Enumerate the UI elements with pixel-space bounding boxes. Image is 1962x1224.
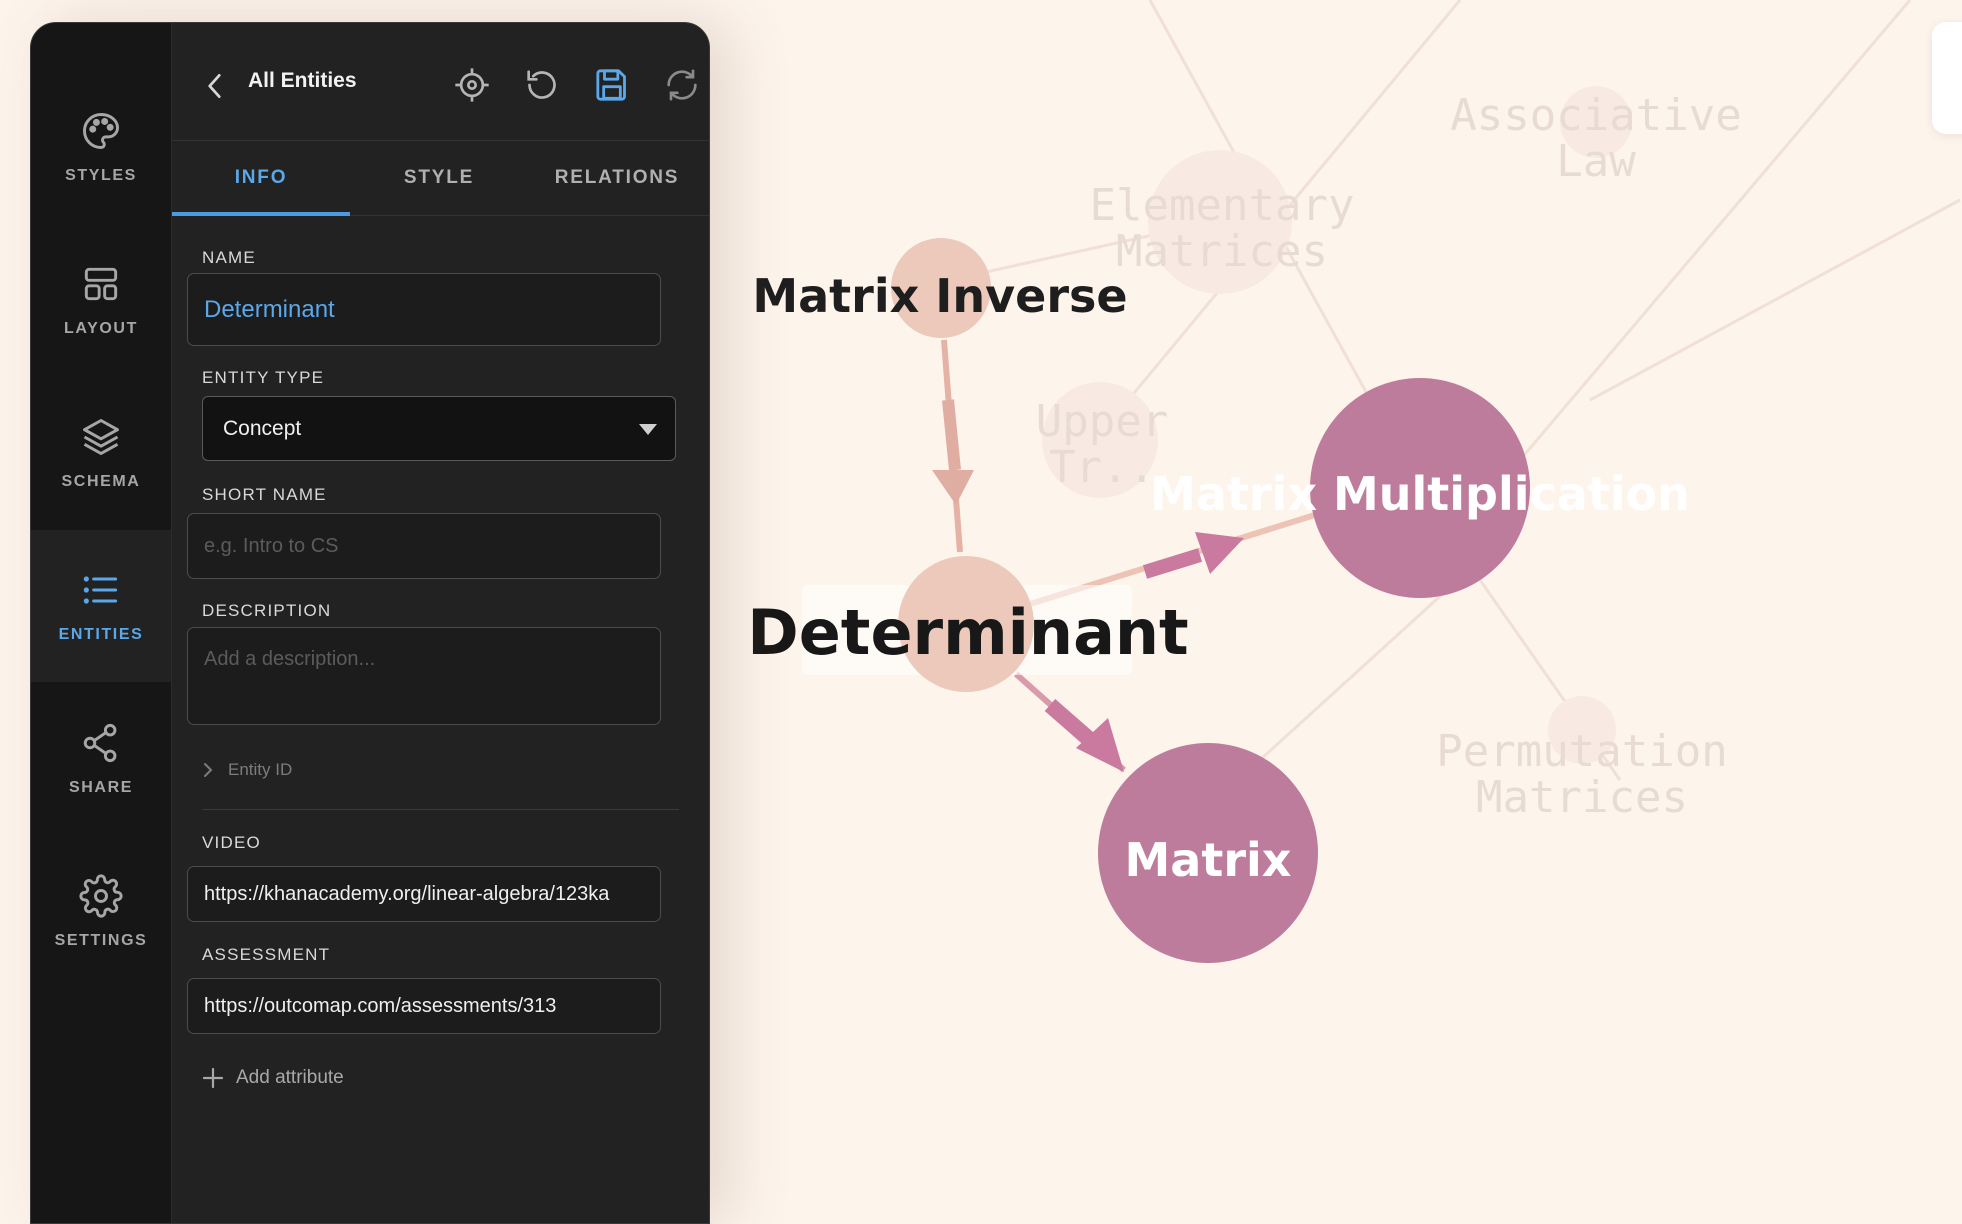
layout-icon <box>84 267 118 301</box>
name-field[interactable] <box>187 273 661 346</box>
svg-text:Matrix: Matrix <box>1125 833 1292 887</box>
svg-text:Law: Law <box>1556 136 1636 187</box>
svg-text:Matrices: Matrices <box>1476 772 1688 823</box>
rail-label: SHARE <box>68 779 133 796</box>
chevron-left-icon[interactable] <box>202 69 228 103</box>
gear-icon <box>79 874 123 918</box>
node-label-upper-tr: Upper <box>1036 396 1168 447</box>
layers-icon <box>83 419 119 455</box>
edge-inverse-to-determinant <box>932 339 974 553</box>
svg-text:Determinant: Determinant <box>747 596 1188 669</box>
rail-item-layout[interactable]: LAYOUT <box>31 224 171 376</box>
share-icon <box>83 723 117 763</box>
add-attribute-label: Add attribute <box>236 1067 344 1088</box>
caret-down-icon <box>639 424 657 435</box>
rail-item-schema[interactable]: SCHEMA <box>31 377 171 529</box>
divider <box>202 809 679 810</box>
description-label: DESCRIPTION <box>202 601 332 620</box>
rail-item-share[interactable]: SHARE <box>31 683 171 835</box>
palette-icon <box>83 113 119 149</box>
node-label-associative-law: Associative <box>1450 90 1741 141</box>
rail-item-entities[interactable]: ENTITIES <box>31 530 171 682</box>
rail-item-settings[interactable]: SETTINGS <box>31 836 171 988</box>
video-field[interactable] <box>187 866 661 922</box>
svg-text:Matrix Multiplication: Matrix Multiplication <box>1150 467 1690 521</box>
tab-info[interactable]: INFO <box>172 141 350 216</box>
video-label: VIDEO <box>202 833 261 852</box>
list-icon <box>83 576 118 604</box>
editor-tabs: INFO STYLE RELATIONS <box>172 141 709 216</box>
svg-text:Matrix Inverse: Matrix Inverse <box>752 269 1127 323</box>
rail-label: STYLES <box>65 167 137 184</box>
rail-label: SETTINGS <box>54 932 148 949</box>
tab-relations[interactable]: RELATIONS <box>528 141 706 215</box>
save-icon[interactable] <box>592 65 632 105</box>
entity-type-select[interactable]: Concept <box>202 396 676 461</box>
undo-icon[interactable] <box>522 65 562 105</box>
assessment-label: ASSESSMENT <box>202 945 331 964</box>
tab-style[interactable]: STYLE <box>350 141 528 215</box>
add-attribute-button[interactable]: Add attribute <box>202 1067 344 1089</box>
entity-panel: STYLES LAYOUT SCHEMA ENTITIES SHARE SETT… <box>30 22 710 1224</box>
crosshair-icon[interactable] <box>452 65 492 105</box>
entity-id-label: Entity ID <box>228 760 293 779</box>
plus-icon <box>202 1067 224 1089</box>
node-label-elementary-matrices: Elementary <box>1090 180 1355 231</box>
entity-id-toggle[interactable]: Entity ID <box>202 760 292 780</box>
chevron-right-icon <box>204 763 213 777</box>
entity-type-value: Concept <box>223 416 302 440</box>
node-label-permutation-matrices: Permutation <box>1436 726 1727 777</box>
editor-toolbar: All Entities <box>172 23 709 141</box>
entity-editor: All Entities INFO STYLE RELATIONS NAME D… <box>172 23 709 1223</box>
short-name-field[interactable] <box>187 513 661 579</box>
node-matrix-multiplication[interactable]: Matrix Multiplication <box>1150 378 1690 598</box>
rail-item-styles[interactable]: STYLES <box>31 71 171 223</box>
nav-rail: STYLES LAYOUT SCHEMA ENTITIES SHARE SETT… <box>31 23 172 1223</box>
svg-text:Matrices: Matrices <box>1116 226 1328 277</box>
name-label: NAME <box>202 248 256 267</box>
assessment-field[interactable] <box>187 978 661 1034</box>
short-name-label: SHORT NAME <box>202 485 327 504</box>
entity-type-label: ENTITY TYPE <box>202 368 325 387</box>
description-field[interactable] <box>187 627 661 725</box>
page-title: All Entities <box>248 69 357 92</box>
node-matrix[interactable]: Matrix <box>1098 743 1318 963</box>
rail-label: SCHEMA <box>61 473 141 490</box>
svg-text:Tr..: Tr.. <box>1049 442 1155 493</box>
edge-determinant-to-matrix <box>1014 671 1126 773</box>
right-panel-handle[interactable] <box>1932 22 1962 134</box>
refresh-icon[interactable] <box>662 65 702 105</box>
rail-label: LAYOUT <box>64 320 138 337</box>
rail-label: ENTITIES <box>58 626 144 643</box>
